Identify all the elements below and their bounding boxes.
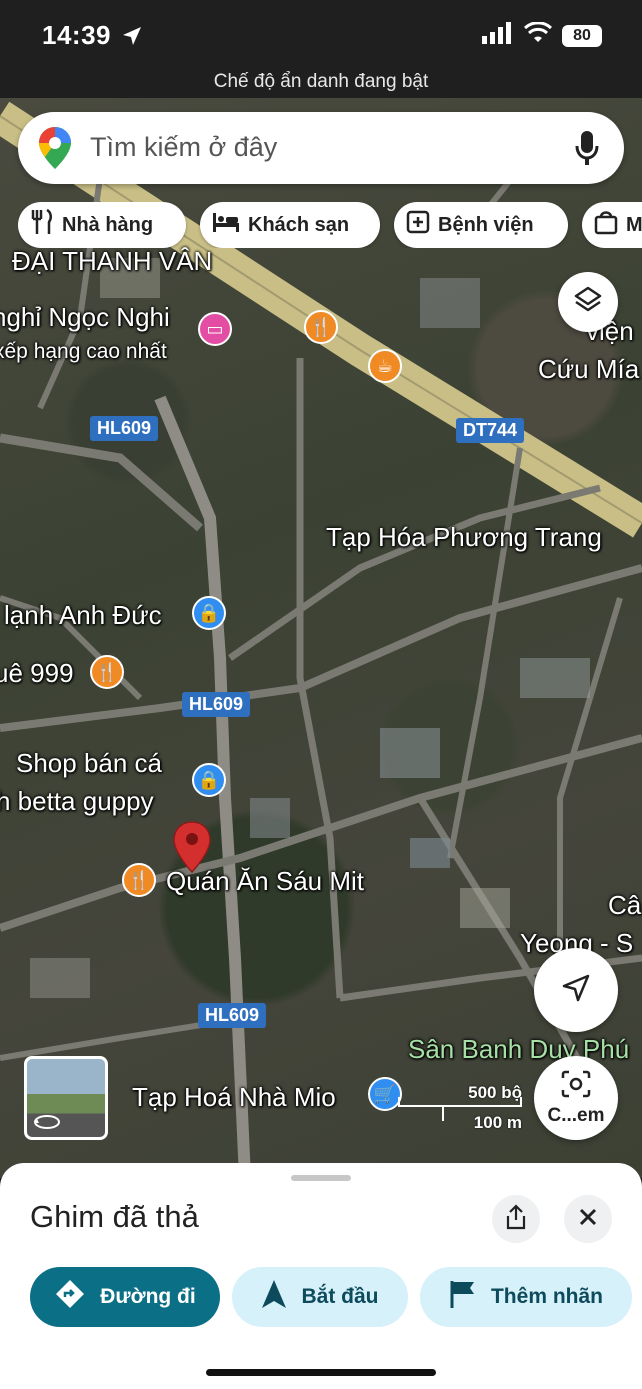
close-icon (578, 1207, 598, 1232)
signal-icon (482, 22, 514, 49)
bottom-sheet: Ghim đã thả Đường đi Bắt đầu Thêm nhãn (0, 1163, 642, 1389)
street-view-thumbnail[interactable] (24, 1056, 108, 1140)
location-arrow-icon (120, 24, 144, 53)
status-time: 14:39 (42, 20, 111, 50)
start-button[interactable]: Bắt đầu (232, 1267, 408, 1327)
restaurant-icon[interactable]: 🍴 (304, 310, 338, 344)
layers-button[interactable] (558, 272, 618, 332)
recenter-button[interactable] (534, 948, 618, 1032)
hospital-plus-icon (406, 210, 430, 240)
shopping-bag-icon (594, 209, 618, 241)
share-icon (504, 1203, 528, 1235)
chip-restaurants-label: Nhà hàng (62, 213, 154, 236)
microphone-icon[interactable] (574, 130, 600, 171)
chip-shopping[interactable]: M (582, 202, 642, 248)
cafe-icon[interactable]: ☕ (368, 349, 402, 383)
label-cuu-mia[interactable]: Cứu Mía (538, 354, 639, 385)
restaurant-icon[interactable]: 🍴 (90, 655, 124, 689)
lens-label: C...em (547, 1105, 605, 1126)
label-tap-hoa-nha-mio[interactable]: Tạp Hoá Nhà Mio (132, 1082, 336, 1113)
lens-button[interactable] (534, 1056, 618, 1140)
search-bar[interactable]: Tìm kiếm ở đây (18, 112, 624, 184)
chip-hospitals[interactable]: Bệnh viện (394, 202, 568, 248)
label-anh-duc[interactable]: lạnh Anh Đức (4, 600, 162, 631)
add-label-label: Thêm nhãn (490, 1285, 603, 1308)
scale-bar (398, 1097, 522, 1121)
label-tap-hoa-phuong-trang[interactable]: Tạp Hóa Phương Trang (326, 522, 602, 553)
camera-search-icon (561, 1070, 591, 1103)
scale-imperial: 500 bộ (468, 1083, 522, 1102)
lock-store-icon[interactable]: 🔒 (192, 763, 226, 797)
bed-icon (212, 211, 240, 239)
status-icons: 80 (482, 21, 602, 49)
label-ca[interactable]: Câ (608, 890, 641, 921)
directions-label: Đường đi (100, 1285, 196, 1308)
close-button[interactable] (564, 1195, 612, 1243)
battery-indicator: 80 (562, 24, 602, 47)
label-shop-ban-ca[interactable]: Shop bán cá (16, 748, 162, 779)
chip-hotels[interactable]: Khách sạn (200, 202, 380, 248)
label-999[interactable]: uê 999 (0, 658, 74, 689)
directions-button[interactable]: Đường đi (30, 1267, 220, 1327)
lock-store-icon[interactable]: 🔒 (192, 596, 226, 630)
home-indicator (206, 1369, 436, 1376)
road-badge-hl609-south: HL609 (198, 1003, 267, 1028)
label-top-rated: xếp hạng cao nhất (0, 340, 167, 363)
sheet-title: Ghim đã thả (30, 1199, 199, 1234)
incognito-banner: Chế độ ẩn danh đang bật (213, 71, 429, 92)
flag-icon (449, 1279, 477, 1315)
road-badge-hl609-north: HL609 (90, 416, 159, 441)
navigation-start-icon (261, 1279, 287, 1315)
category-chips: Nhà hàng Khách sạn Bệnh viện M (18, 202, 642, 248)
search-input[interactable]: Tìm kiếm ở đây (90, 132, 277, 163)
status-bar: 14:39 80 Chế độ ẩn danh đang bật (0, 0, 642, 98)
map-scale: 500 bộ 100 m (396, 1083, 522, 1133)
chip-restaurants[interactable]: Nhà hàng (18, 202, 186, 248)
share-button[interactable] (492, 1195, 540, 1243)
hotel-icon[interactable]: ▭ (198, 312, 232, 346)
directions-icon (54, 1278, 86, 1316)
road-badge-dt744: DT744 (456, 418, 525, 443)
layers-icon (573, 285, 603, 320)
rotate-360-icon (33, 1113, 61, 1136)
scale-metric: 100 m (473, 1113, 522, 1132)
start-label: Bắt đầu (301, 1285, 379, 1308)
chip-shopping-label: M (626, 213, 642, 236)
label-betta-guppy[interactable]: h betta guppy (0, 786, 154, 817)
wifi-icon (523, 21, 553, 49)
add-label-button[interactable]: Thêm nhãn (420, 1267, 632, 1327)
navigation-arrow-icon (560, 972, 592, 1009)
maps-logo-icon (38, 126, 72, 175)
chip-hotels-label: Khách sạn (248, 213, 350, 236)
restaurant-icon[interactable]: 🍴 (122, 863, 156, 897)
sheet-drag-handle[interactable] (291, 1175, 351, 1181)
label-nha-nghi-ngoc-nghi[interactable]: nghỉ Ngọc Nghi (0, 302, 170, 333)
label-dai-thanh-van[interactable]: ĐẠI THANH VÂN (12, 246, 212, 277)
road-badge-hl609-center: HL609 (182, 692, 251, 717)
chip-hospitals-label: Bệnh viện (438, 213, 534, 236)
fork-knife-icon (30, 208, 54, 241)
